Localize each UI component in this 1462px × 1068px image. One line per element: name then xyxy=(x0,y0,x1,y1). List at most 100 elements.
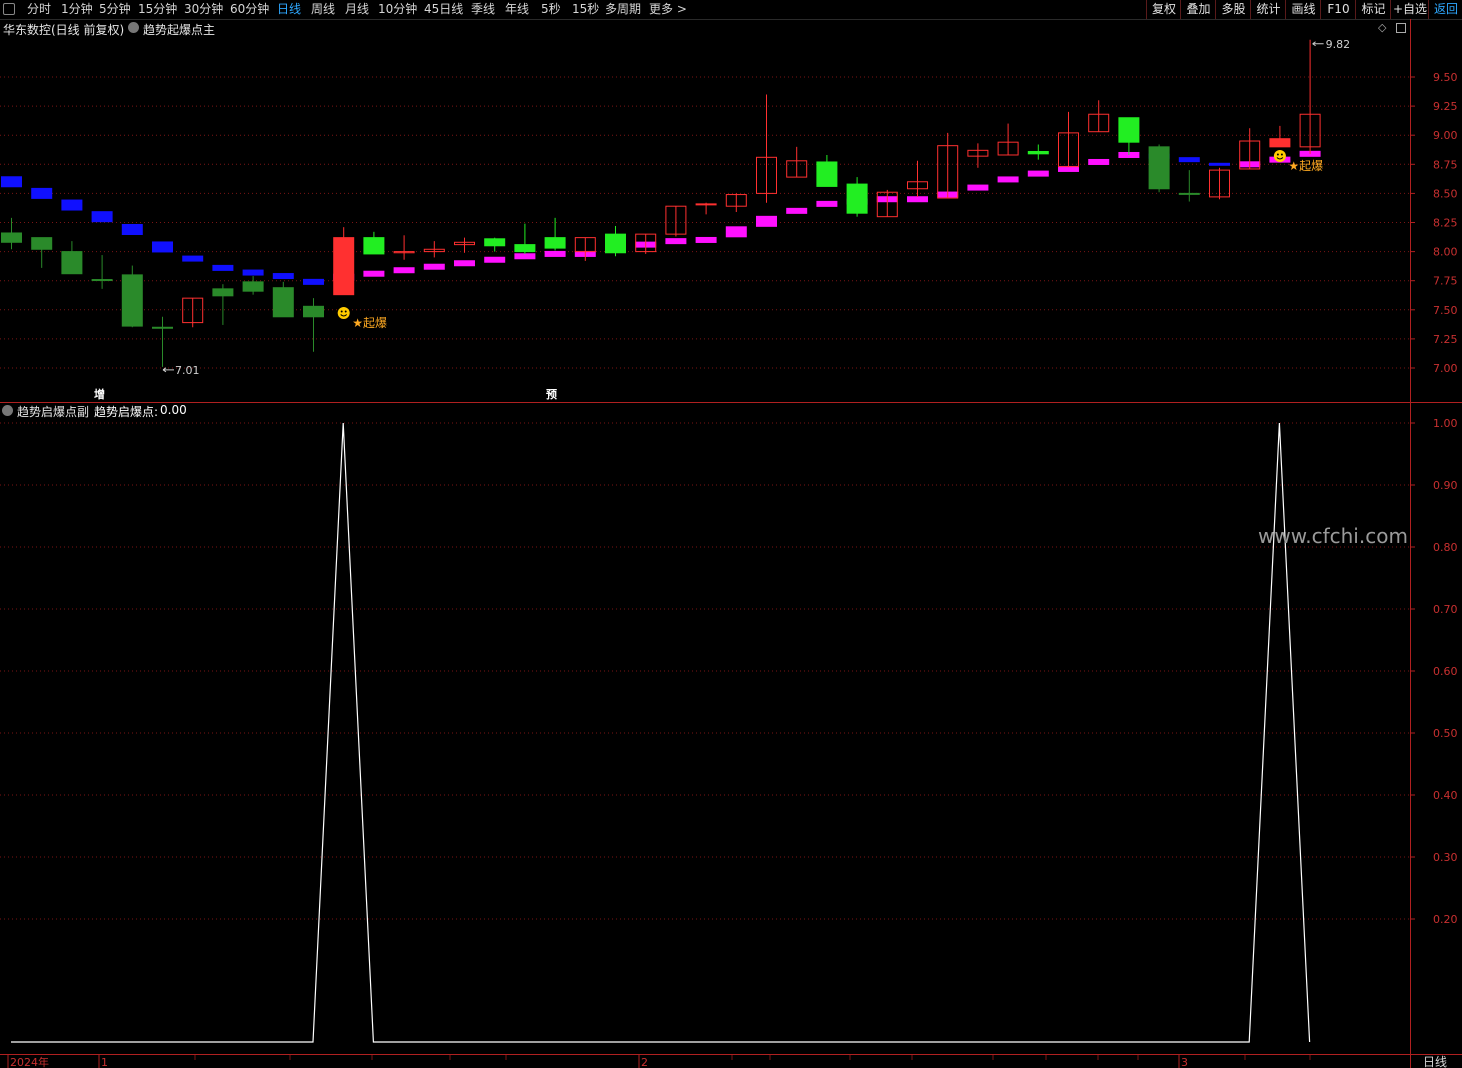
action-button-5[interactable]: F10 xyxy=(1320,0,1356,19)
candle-body xyxy=(605,233,626,254)
stock-title: 华东数控(日线 前复权) xyxy=(3,23,125,37)
action-button-3[interactable]: 统计 xyxy=(1250,0,1286,19)
band-segment xyxy=(846,198,868,205)
high-price-label: 9.82 xyxy=(1326,38,1351,51)
candle-body xyxy=(937,145,959,199)
candle-body xyxy=(514,244,536,253)
menu-icon[interactable] xyxy=(3,3,15,15)
candle-body xyxy=(1148,146,1170,190)
period-tab-6[interactable]: 日线 xyxy=(277,1,301,18)
band-segment xyxy=(91,211,113,223)
candle-body xyxy=(1269,138,1291,148)
sub-indicator-value: 0.00 xyxy=(160,403,187,417)
period-tab-7[interactable]: 周线 xyxy=(311,1,335,18)
period-tab-11[interactable]: 季线 xyxy=(471,1,495,18)
band-segment xyxy=(303,278,324,285)
action-button-1[interactable]: 叠加 xyxy=(1180,0,1216,19)
band-segment xyxy=(876,196,898,203)
candle-body xyxy=(333,237,355,296)
band-segment xyxy=(1239,161,1261,168)
period-tab-2[interactable]: 5分钟 xyxy=(99,1,131,18)
sub-indicator-dropdown-icon[interactable] xyxy=(2,405,13,416)
candle-body xyxy=(725,194,747,207)
sub-tick-label: 0.20 xyxy=(1433,913,1458,926)
price-tick-label: 8.25 xyxy=(1433,217,1458,230)
period-tab-1[interactable]: 1分钟 xyxy=(61,1,93,18)
price-tick-label: 7.25 xyxy=(1433,333,1458,346)
band-segment xyxy=(786,207,808,214)
band-segment xyxy=(725,226,747,238)
candle-body xyxy=(423,248,445,253)
period-tab-8[interactable]: 月线 xyxy=(345,1,369,18)
low-arrow xyxy=(162,367,174,373)
band-segment xyxy=(1088,158,1110,165)
marker-yu: 预 xyxy=(546,387,557,401)
high-arrow xyxy=(1312,41,1324,47)
sub-tick-label: 0.40 xyxy=(1433,789,1458,802)
candle-body xyxy=(1058,132,1079,168)
indicator-dropdown-icon[interactable] xyxy=(128,22,139,33)
band-segment xyxy=(363,270,385,277)
period-tab-3[interactable]: 15分钟 xyxy=(138,1,177,18)
band-segment xyxy=(544,250,566,257)
band-segment xyxy=(121,223,143,235)
action-button-8[interactable]: 返回 xyxy=(1428,0,1462,19)
band-segment xyxy=(937,191,959,198)
period-tab-9[interactable]: 10分钟 xyxy=(378,1,417,18)
action-button-6[interactable]: 标记 xyxy=(1355,0,1391,19)
period-tab-15[interactable]: 多周期 xyxy=(605,1,641,18)
band-segment xyxy=(756,215,777,227)
band-segment xyxy=(1148,153,1170,159)
band-segment xyxy=(423,263,445,270)
period-tab-14[interactable]: 15秒 xyxy=(572,1,599,18)
main-indicator-name[interactable]: 趋势起爆点主 xyxy=(143,21,215,38)
period-tab-4[interactable]: 30分钟 xyxy=(184,1,223,18)
candle-body xyxy=(393,251,415,254)
action-button-0[interactable]: 复权 xyxy=(1146,0,1181,19)
period-tab-5[interactable]: 60分钟 xyxy=(230,1,269,18)
candle-body xyxy=(695,203,717,206)
sub-tick-label: 0.30 xyxy=(1433,851,1458,864)
period-tab-0[interactable]: 分时 xyxy=(27,1,51,18)
watermark: www.cfchi.com xyxy=(1258,524,1408,548)
band-segment xyxy=(242,269,264,276)
period-tab-16[interactable]: 更多 > xyxy=(649,1,687,18)
action-button-7[interactable]: +自选 xyxy=(1390,0,1429,19)
candle-body xyxy=(967,149,989,157)
period-tab-10[interactable]: 45日线 xyxy=(424,1,463,18)
smiley-eye xyxy=(1276,153,1279,156)
period-tab-13[interactable]: 5秒 xyxy=(541,1,561,18)
band-segment xyxy=(1269,156,1291,163)
maximize-icon[interactable] xyxy=(1396,23,1406,33)
diamond-icon[interactable]: ◇ xyxy=(1378,21,1386,34)
band-segment xyxy=(967,184,989,191)
sub-tick-label: 0.90 xyxy=(1433,479,1458,492)
price-tick-label: 9.25 xyxy=(1433,100,1458,113)
band-segment xyxy=(1209,162,1230,166)
sub-indicator-line xyxy=(11,422,1311,1043)
sub-indicator-name[interactable]: 趋势启爆点副 xyxy=(17,403,89,420)
candle-body xyxy=(31,237,53,250)
action-button-4[interactable]: 画线 xyxy=(1285,0,1321,19)
date-label: 2024年 xyxy=(10,1055,49,1068)
candle-body xyxy=(212,288,234,297)
date-label: 3 xyxy=(1181,1056,1188,1068)
sub-tick-label: 0.60 xyxy=(1433,665,1458,678)
price-tick-label: 8.75 xyxy=(1433,158,1458,171)
candle-body xyxy=(363,237,385,255)
period-label: 日线 xyxy=(1423,1055,1447,1068)
action-button-2[interactable]: 多股 xyxy=(1215,0,1251,19)
candle-body xyxy=(272,287,294,318)
kline-chart[interactable]: ★起爆 ★起爆 9.50 9.25 9.00 8.75 8.50 8.25 8.00 7.75 7… xyxy=(0,0,1462,1068)
signal-label: ★起爆 xyxy=(1288,159,1323,173)
band-segment xyxy=(272,273,294,280)
candle-body xyxy=(816,161,838,187)
candle-body xyxy=(1118,117,1140,143)
candle-body xyxy=(182,297,204,324)
band-segment xyxy=(1178,157,1200,163)
candle-body xyxy=(61,251,83,275)
sub-tick-label: 0.50 xyxy=(1433,727,1458,740)
candle-body xyxy=(997,141,1019,156)
period-tab-12[interactable]: 年线 xyxy=(505,1,529,18)
marker-zeng: 增 xyxy=(94,387,105,401)
